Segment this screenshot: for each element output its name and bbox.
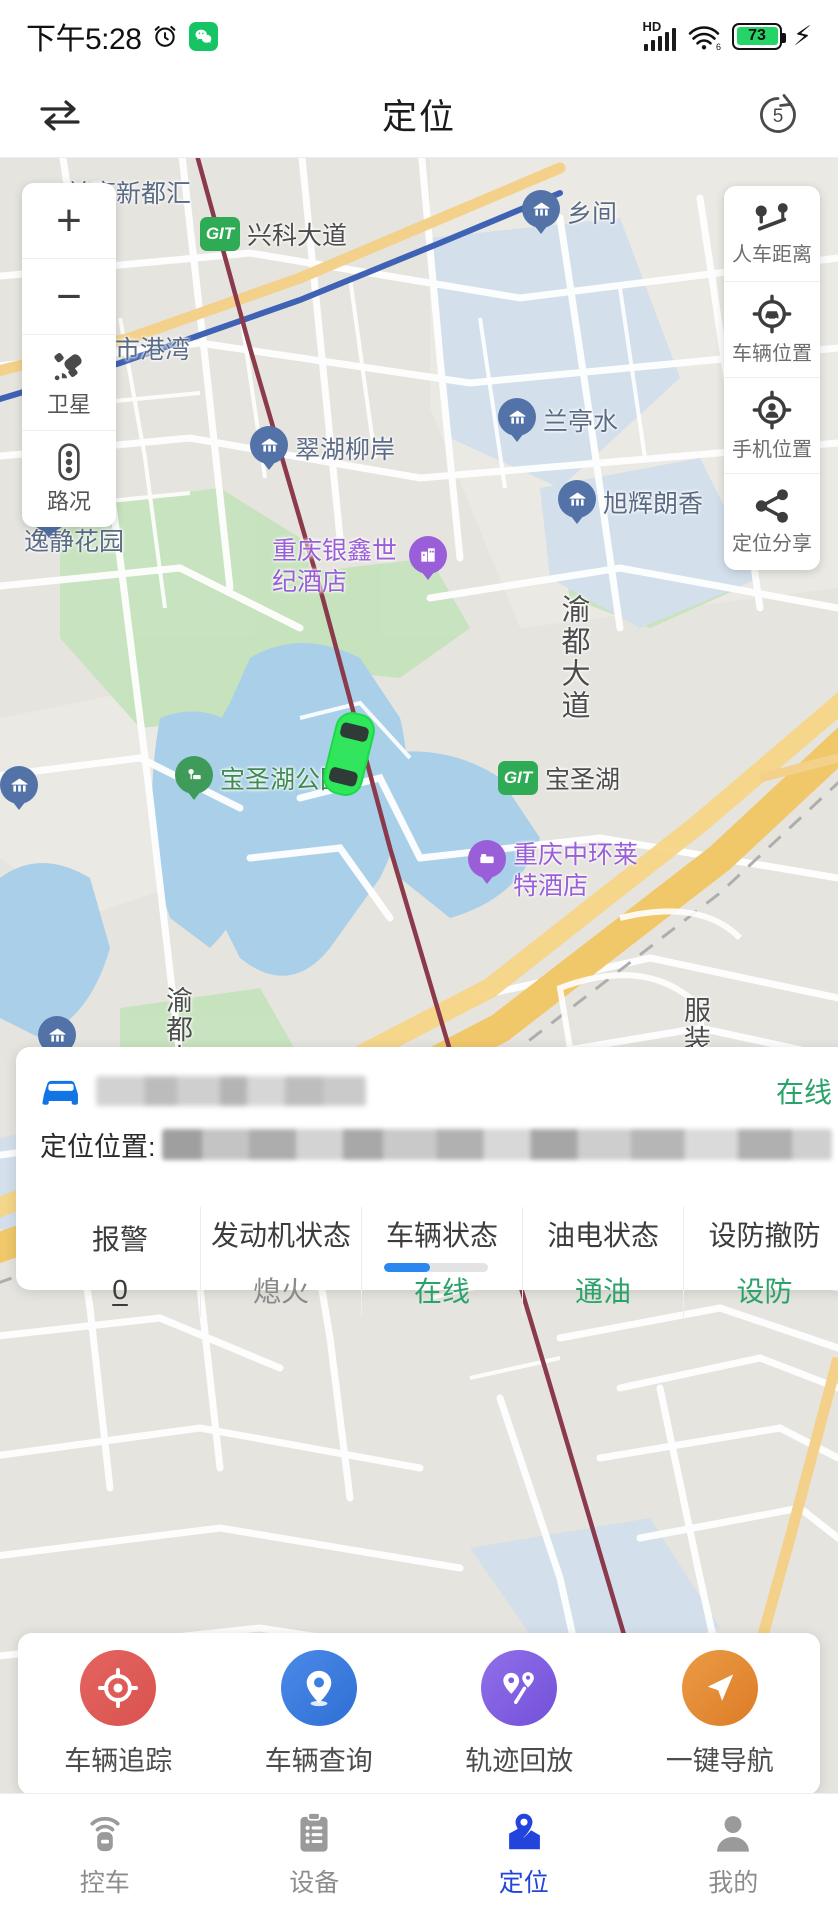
navigation-arrow-icon	[681, 1650, 758, 1726]
satellite-label: 卫星	[46, 391, 91, 417]
bottom-navigation: 控车 设备 定位 我的	[0, 1793, 838, 1915]
vehicle-header-row: 在线	[40, 1067, 832, 1115]
share-location-label: 定位分享	[732, 533, 812, 555]
vehicle-locate-icon	[752, 294, 792, 333]
app-screen: 下午5:28 HD 6 73 ⚡ 定位 5 兰亭新都汇 GIT 兴科大道 乡间 …	[0, 0, 838, 1915]
status-value: 设防	[736, 1276, 793, 1307]
target-locate-icon	[80, 1650, 157, 1726]
zoom-out-button[interactable]: −	[22, 259, 116, 335]
status-bar-right: HD 6 73 ⚡	[642, 19, 812, 51]
status-bar-left: 下午5:28	[26, 14, 219, 58]
status-scroll-indicator[interactable]	[384, 1263, 488, 1272]
status-key: 设防撤防	[708, 1220, 821, 1251]
svg-text:6: 6	[716, 42, 721, 51]
vehicle-info-card[interactable]: 在线 定位位置: 报警 0 发动机状态 熄火 车辆状态 在线 油电状态 通油 设…	[16, 1047, 838, 1317]
remote-key-icon	[90, 1816, 120, 1851]
charging-bolt-icon: ⚡	[793, 20, 812, 51]
wechat-icon	[189, 21, 219, 51]
phone-location-label: 手机位置	[732, 438, 812, 461]
status-key: 车辆状态	[385, 1220, 498, 1251]
person-car-distance-label: 人车距离	[732, 243, 812, 266]
action-one-key-navigation[interactable]: 一键导航	[620, 1650, 821, 1778]
location-address-redacted	[161, 1128, 832, 1160]
status-cell[interactable]: 报警 0	[40, 1207, 201, 1317]
person-car-distance-button[interactable]: 人车距离	[724, 186, 820, 282]
phone-location-button[interactable]: 手机位置	[724, 378, 820, 474]
svg-text:5: 5	[773, 106, 784, 127]
cellular-signal-icon: HD	[642, 19, 677, 51]
clipboard-icon	[300, 1811, 328, 1852]
switch-arrows-icon[interactable]	[30, 85, 90, 145]
vehicle-location-label: 车辆位置	[732, 342, 812, 365]
status-value: 熄火	[252, 1276, 309, 1307]
status-key: 油电状态	[546, 1220, 659, 1251]
person-car-distance-icon	[755, 202, 788, 231]
action-vehicle-query[interactable]: 车辆查询	[219, 1650, 420, 1778]
status-cell[interactable]: 油电状态 通油	[523, 1207, 684, 1317]
share-icon	[755, 489, 788, 523]
vehicle-status-strip[interactable]: 报警 0 发动机状态 熄火 车辆状态 在线 油电状态 通油 设防撤防 设防	[40, 1207, 832, 1317]
map-pin-icon	[508, 1813, 540, 1849]
car-icon	[42, 1080, 78, 1105]
action-label: 一键导航	[665, 1746, 774, 1776]
nav-item-control[interactable]: 控车	[0, 1811, 210, 1899]
page-title: 定位	[381, 98, 456, 137]
route-playback-icon	[481, 1650, 558, 1726]
location-label: 定位位置:	[40, 1131, 156, 1162]
status-bar: 下午5:28 HD 6 73 ⚡	[0, 0, 838, 72]
status-key: 报警	[91, 1224, 148, 1255]
vehicle-online-status: 在线	[775, 1077, 832, 1108]
action-vehicle-tracking[interactable]: 车辆追踪	[18, 1650, 219, 1778]
phone-locate-icon	[752, 390, 792, 429]
nav-label: 设备	[289, 1868, 340, 1897]
timestamp-row	[40, 1165, 832, 1203]
action-track-playback[interactable]: 轨迹回放	[419, 1650, 620, 1778]
status-cell[interactable]: 发动机状态 熄火	[201, 1207, 362, 1317]
share-location-button[interactable]: 定位分享	[724, 474, 820, 570]
map-action-panel: 人车距离 车辆位置 手机位置 定位分享	[724, 186, 820, 570]
nav-label: 我的	[708, 1868, 759, 1897]
vehicle-location-button[interactable]: 车辆位置	[724, 282, 820, 378]
status-key: 发动机状态	[210, 1220, 351, 1251]
satellite-icon	[54, 352, 82, 380]
app-header: 定位 5	[0, 72, 838, 158]
nav-item-device[interactable]: 设备	[210, 1811, 420, 1899]
action-label: 车辆追踪	[64, 1746, 173, 1776]
nav-item-profile[interactable]: 我的	[629, 1811, 838, 1899]
nav-label: 定位	[498, 1868, 549, 1897]
status-value: 0	[112, 1274, 128, 1305]
zoom-in-button[interactable]: +	[22, 183, 116, 259]
status-cell[interactable]: 设防撤防 设防	[684, 1207, 832, 1317]
nav-item-location[interactable]: 定位	[419, 1811, 629, 1899]
satellite-toggle-button[interactable]: 卫星	[22, 335, 116, 431]
status-value: 通油	[574, 1276, 631, 1307]
hd-label: HD	[642, 19, 662, 34]
battery-icon: 73	[732, 22, 787, 50]
refresh-countdown-icon[interactable]: 5	[748, 85, 808, 145]
plus-icon: +	[56, 195, 82, 245]
traffic-label: 路况	[46, 489, 91, 514]
traffic-light-icon	[58, 443, 80, 481]
map-pin-icon	[280, 1650, 357, 1726]
status-cell[interactable]: 车辆状态 在线	[362, 1207, 523, 1317]
building-pin-icon	[0, 766, 38, 810]
traffic-toggle-button[interactable]: 路况	[22, 431, 116, 527]
nav-label: 控车	[79, 1868, 130, 1897]
map-zoom-controls: + − 卫星 路况	[22, 183, 116, 527]
action-label: 车辆查询	[264, 1746, 373, 1776]
location-row: 定位位置:	[40, 1123, 832, 1165]
battery-level: 73	[736, 27, 778, 45]
wifi-6-icon: 6	[688, 26, 721, 51]
alarm-clock-icon	[155, 25, 176, 47]
minus-icon: −	[56, 271, 82, 321]
action-label: 轨迹回放	[465, 1746, 574, 1776]
quick-actions-card: 车辆追踪 车辆查询 轨迹回放 一键导航	[18, 1633, 820, 1795]
status-time: 下午5:28	[26, 23, 142, 56]
status-value: 在线	[413, 1276, 470, 1307]
person-icon	[717, 1815, 750, 1852]
vehicle-name-redacted	[96, 1076, 366, 1106]
